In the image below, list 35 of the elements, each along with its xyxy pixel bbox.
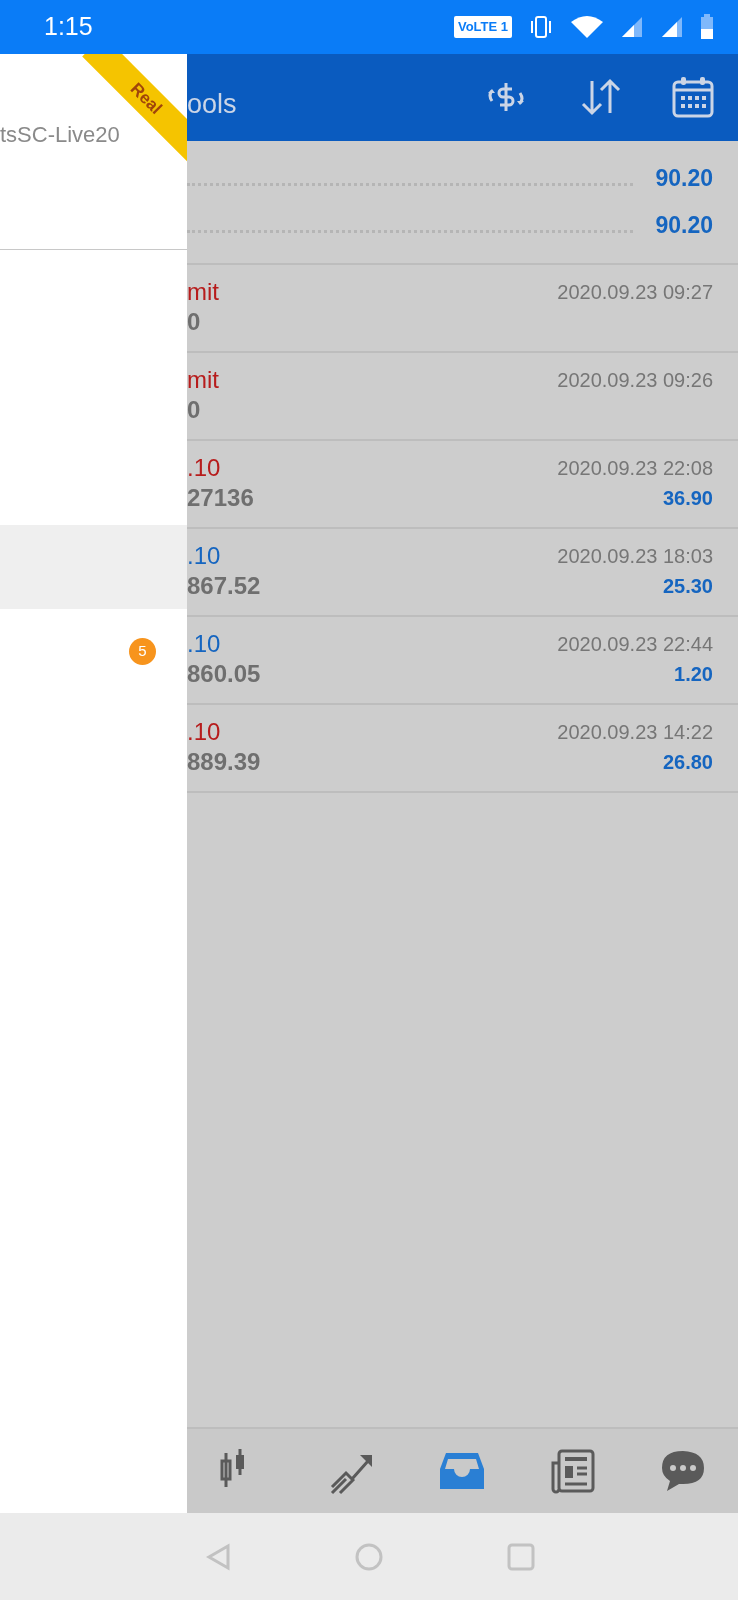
order-time: 2020.09.23 22:44 — [557, 632, 713, 657]
app-title: ools — [187, 88, 237, 121]
summary-value: 90.20 — [655, 164, 713, 194]
signal-icon — [660, 15, 684, 39]
calendar-icon[interactable] — [672, 76, 714, 118]
signal-icon — [620, 15, 644, 39]
order-label: .10 — [187, 541, 221, 571]
battery-icon — [700, 14, 714, 40]
order-label: mit — [187, 365, 219, 395]
order-label: .10 — [187, 629, 221, 659]
order-profit: 25.30 — [662, 574, 713, 599]
order-time: 2020.09.23 22:08 — [557, 456, 713, 481]
summary-value: 90.20 — [655, 211, 713, 241]
drawer-item[interactable]: 5 — [0, 609, 187, 693]
status-time: 1:15 — [44, 11, 93, 43]
order-profit: 26.80 — [662, 750, 713, 775]
order-label: .10 — [187, 453, 221, 483]
order-time: 2020.09.23 18:03 — [557, 544, 713, 569]
order-label: .10 — [187, 717, 221, 747]
order-price: 860.05 — [187, 659, 261, 689]
order-price: 889.39 — [187, 747, 261, 777]
network-badge: VoLTE 1 — [453, 16, 512, 38]
order-price: 0 — [187, 395, 201, 425]
order-label: mit — [187, 277, 219, 307]
order-price: 867.52 — [187, 571, 261, 601]
vibrate-icon — [528, 15, 554, 39]
order-time: 2020.09.23 14:22 — [557, 720, 713, 745]
order-price: 0 — [187, 307, 201, 337]
order-profit: 36.90 — [662, 486, 713, 511]
order-profit: 1.20 — [674, 662, 713, 687]
count-badge: 5 — [129, 637, 156, 665]
wifi-icon — [570, 15, 604, 39]
order-time: 2020.09.23 09:26 — [557, 368, 713, 393]
order-time: 2020.09.23 09:27 — [557, 280, 713, 305]
order-price: 27136 — [187, 483, 254, 513]
